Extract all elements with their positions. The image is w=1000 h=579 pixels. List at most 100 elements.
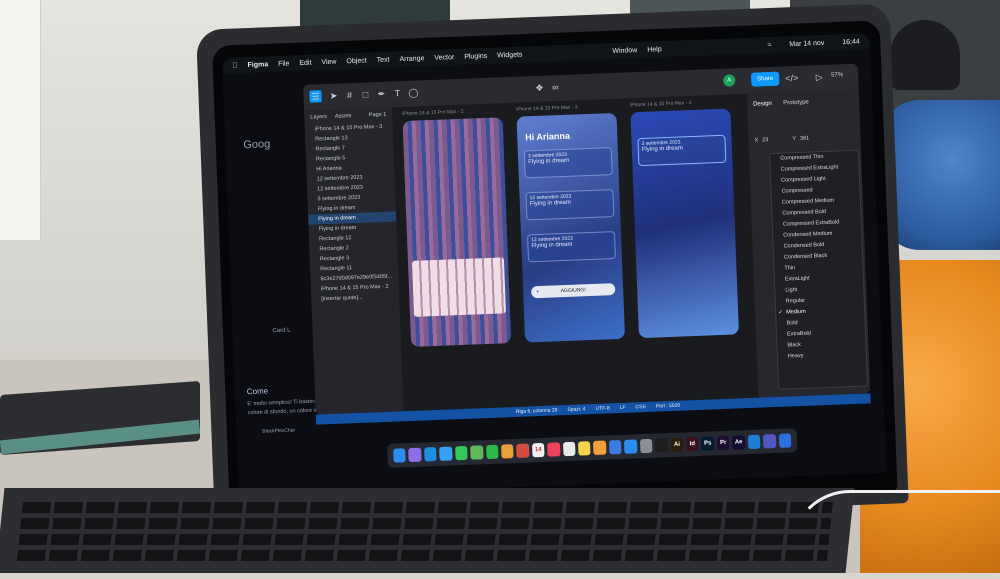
move-tool-icon[interactable]: ➤ xyxy=(327,90,339,102)
notes-icon[interactable] xyxy=(578,441,592,456)
share-button[interactable]: Share xyxy=(750,71,780,87)
menu-text[interactable]: Text xyxy=(377,56,390,63)
wifi-icon[interactable]: ≈ xyxy=(767,41,771,48)
greeting-text: Hi Arianna xyxy=(525,130,571,143)
pages-icon[interactable] xyxy=(593,440,607,456)
comment-tool-icon[interactable]: ◯ xyxy=(407,86,419,98)
indesign-icon[interactable]: Id xyxy=(685,436,699,452)
launchpad-icon[interactable] xyxy=(408,447,422,463)
figma-tab-page[interactable]: Page 1 - Untitled xyxy=(413,70,450,77)
code-icon[interactable]: </> xyxy=(785,72,798,84)
menu-object[interactable]: Object xyxy=(346,57,366,65)
frame-label-3[interactable]: iPhone 14 & 15 Pro Max - 3 xyxy=(516,104,578,112)
shape-tool-icon[interactable]: □ xyxy=(359,88,371,100)
dream-card[interactable]: 12 settembre 2023 Flying in dream xyxy=(525,189,615,221)
zoom-level[interactable]: 57% xyxy=(831,72,843,78)
charging-cable xyxy=(790,490,1000,579)
menu-file[interactable]: File xyxy=(278,60,290,67)
check-icon: ✓ xyxy=(778,309,783,316)
menu-widgets[interactable]: Widgets xyxy=(497,51,523,59)
keynote-icon[interactable] xyxy=(608,439,622,455)
iphone-frame-2[interactable] xyxy=(402,117,512,347)
behind-card-title: Card L xyxy=(272,327,291,335)
x-input[interactable]: 23 xyxy=(762,137,768,143)
premiere-icon[interactable]: Pr xyxy=(716,435,730,451)
wall-paper xyxy=(0,0,41,240)
files-icon[interactable] xyxy=(778,433,792,448)
pen-tool-icon[interactable]: ✒ xyxy=(375,88,387,100)
figma-window: ☰ ➤ # □ ✒ T ◯ Untitled Page 1 - Untitled… xyxy=(303,63,871,415)
iphone-frame-4[interactable]: 3 settembre 2023 Flying in dream xyxy=(630,108,739,339)
background-person xyxy=(890,20,960,90)
appstore-icon[interactable] xyxy=(624,439,638,454)
frame-tool-icon[interactable]: # xyxy=(343,89,355,101)
design-tab[interactable]: Design xyxy=(753,101,772,108)
menu-window[interactable]: Window xyxy=(612,47,637,55)
dream-card[interactable]: 12 settembre 2023 Flying in dream xyxy=(526,231,617,263)
menu-vector[interactable]: Vector xyxy=(434,54,454,62)
menu-app[interactable]: Figma xyxy=(247,61,268,69)
statusbar-item[interactable]: UTF-8 xyxy=(595,405,609,412)
facetime-icon[interactable] xyxy=(485,444,499,460)
prototype-tab[interactable]: Prototype xyxy=(783,100,809,107)
photoshop-icon[interactable]: Ps xyxy=(701,436,715,451)
music-icon[interactable] xyxy=(547,442,561,457)
add-button[interactable]: + AGGIUNGI xyxy=(530,283,616,299)
chrome-icon[interactable] xyxy=(516,443,530,458)
user-avatar[interactable]: A xyxy=(723,74,736,87)
calendar-icon[interactable]: 14 xyxy=(531,442,545,458)
assets-tab[interactable]: Assets xyxy=(335,109,352,124)
maps-icon[interactable] xyxy=(470,445,484,460)
illustrator-icon[interactable]: Ai xyxy=(670,437,684,453)
laptop-screen:  Figma File Edit View Object Text Arran… xyxy=(222,33,887,498)
photos-icon[interactable] xyxy=(500,444,514,459)
figma-icon[interactable] xyxy=(655,438,669,453)
settings-icon[interactable] xyxy=(639,438,653,454)
page-selector[interactable]: Page 1 xyxy=(369,108,387,123)
menu-view[interactable]: View xyxy=(321,58,336,66)
menu-help[interactable]: Help xyxy=(647,46,662,54)
statusbar-item[interactable]: CSS xyxy=(635,404,646,410)
menu-edit[interactable]: Edit xyxy=(299,59,311,66)
finder-icon[interactable] xyxy=(393,448,407,463)
vscode-icon[interactable] xyxy=(747,434,761,450)
reminders-icon[interactable] xyxy=(562,441,576,457)
add-button-label: AGGIUNGI xyxy=(560,287,586,295)
statusbar-item[interactable]: LF xyxy=(620,405,626,411)
design-panel: Design Prototype X 23 Y 361 Compressed T… xyxy=(746,89,871,398)
menu-arrange[interactable]: Arrange xyxy=(399,55,424,63)
statusbar-item[interactable]: Spazi: 4 xyxy=(567,406,585,413)
laptop-keyboard xyxy=(0,488,855,573)
figma-tab-untitled[interactable]: Untitled xyxy=(333,74,350,81)
apple-icon[interactable]:  xyxy=(232,62,238,69)
behind-brand: BlockPlexChar xyxy=(262,427,296,435)
menubar-date: Mar 14 nov xyxy=(789,39,825,48)
menubar-status: ≈ Mar 14 nov 16:44 xyxy=(757,38,860,49)
frame-label-2[interactable]: iPhone 14 & 15 Pro Max - 2 xyxy=(402,109,464,117)
statusbar-item[interactable]: Riga 6, colonna 29 xyxy=(516,407,558,415)
frame-label-4[interactable]: iPhone 14 & 15 Pro Max - 4 xyxy=(630,100,692,108)
layers-tab[interactable]: Layers xyxy=(310,110,327,125)
iphone-frame-3[interactable]: Hi Arianna 3 settembre 2023 Flying in dr… xyxy=(516,112,626,343)
y-input[interactable]: 361 xyxy=(800,136,809,142)
aftereffects-icon[interactable]: Ae xyxy=(732,435,746,450)
font-weight-dropdown: Compressed Thin Compressed ExtraLight Comp… xyxy=(769,149,869,390)
statusbar-item[interactable]: Port : 5500 xyxy=(656,403,681,410)
messages-icon[interactable] xyxy=(454,445,468,461)
safari-icon[interactable] xyxy=(423,447,437,462)
components-icon[interactable]: ❖ xyxy=(533,82,545,94)
dream-card-selected[interactable]: 3 settembre 2023 Flying in dream xyxy=(637,134,727,167)
link-icon[interactable]: ∞ xyxy=(549,81,561,93)
layers-panel: Layers Assets Page 1 iPhone 14 & 15 Pro … xyxy=(304,107,404,415)
play-icon[interactable]: ▷ xyxy=(813,71,825,83)
layer-item[interactable]: [insertar quote]... xyxy=(311,291,399,304)
teams-icon[interactable] xyxy=(762,434,776,449)
figma-canvas[interactable]: iPhone 14 & 15 Pro Max - 2 iPhone 14 & 1… xyxy=(392,93,759,412)
behind-google-text: Goog xyxy=(243,138,271,152)
menu-plugins[interactable]: Plugins xyxy=(464,52,487,60)
text-tool-icon[interactable]: T xyxy=(391,87,403,99)
figma-menu-icon[interactable]: ☰ xyxy=(309,90,322,103)
mail-icon[interactable] xyxy=(439,446,453,461)
font-weight-option[interactable]: Heavy xyxy=(778,349,866,363)
dream-card[interactable]: 3 settembre 2023 Flying in dream xyxy=(523,147,613,179)
